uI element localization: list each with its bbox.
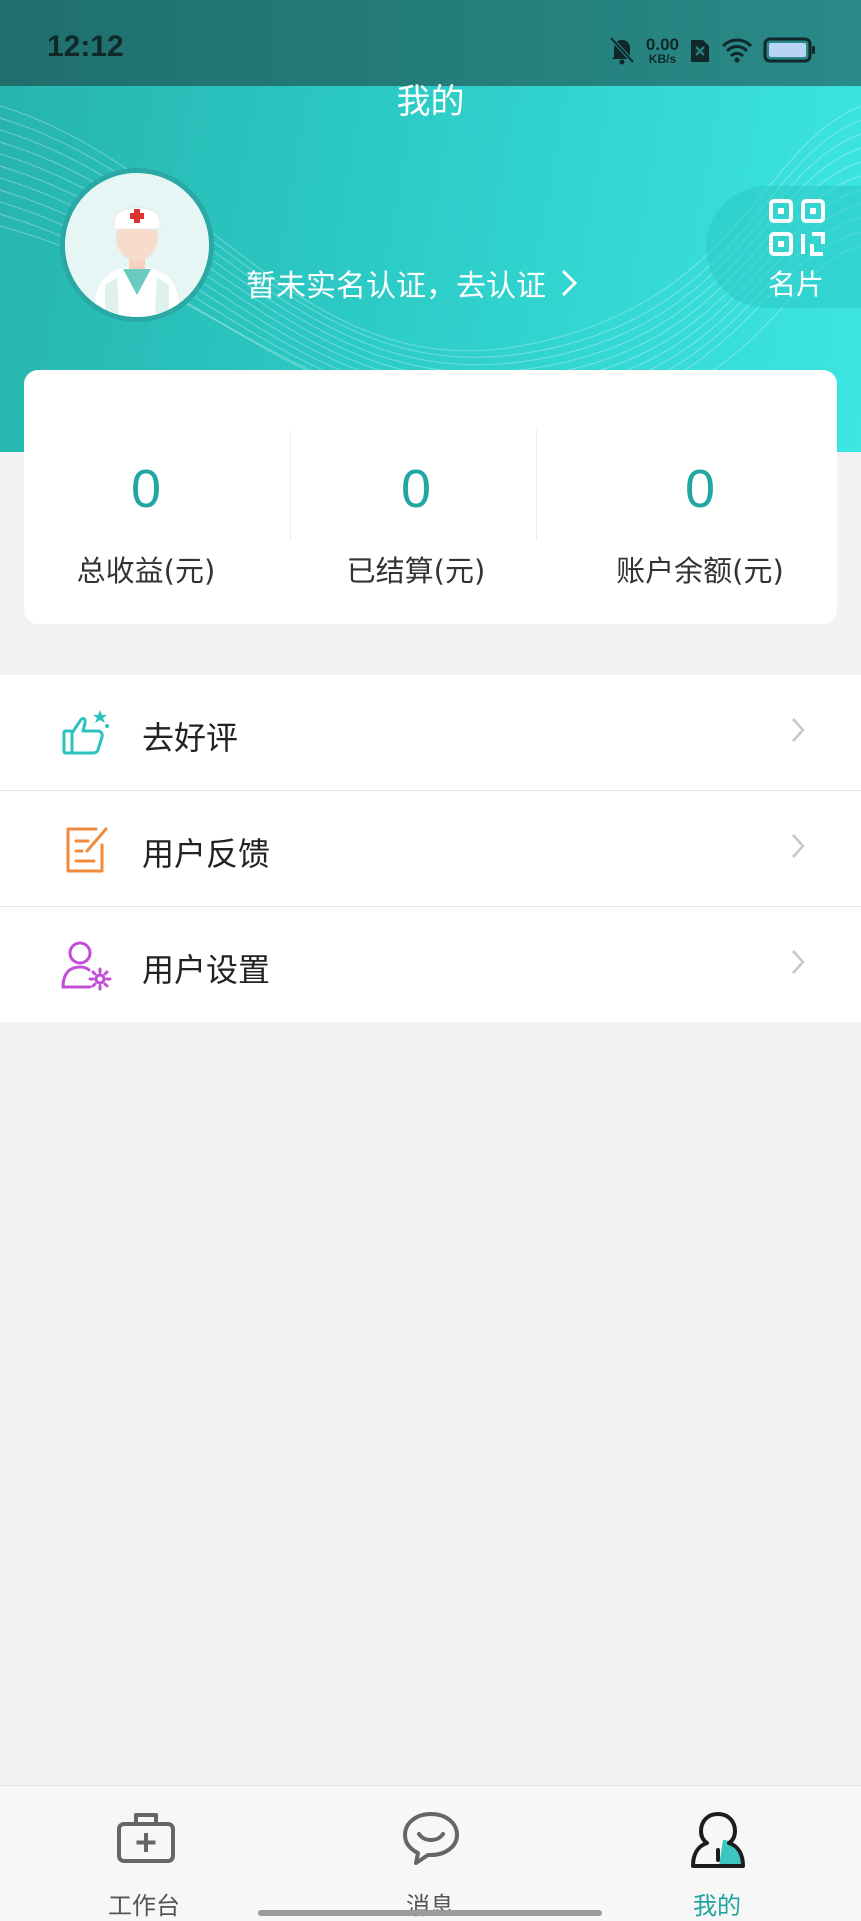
menu-item-settings-label: 用户设置: [142, 951, 271, 989]
user-settings-icon: [61, 941, 112, 991]
tab-mine-label: 我的: [693, 1892, 741, 1920]
stat-total-earnings-label: 总收益(元): [76, 554, 216, 588]
business-card-button[interactable]: 名片: [706, 186, 861, 308]
stat-divider: [290, 430, 291, 540]
stat-total-earnings[interactable]: 0 总收益(元): [24, 370, 268, 624]
chevron-right-icon: [792, 834, 805, 858]
wifi-icon: [721, 38, 753, 63]
menu-item-rate[interactable]: 去好评: [0, 675, 861, 791]
stat-account-balance[interactable]: 0 账户余额(元): [564, 370, 836, 624]
doctor-avatar-icon: [65, 173, 209, 317]
menu-item-settings[interactable]: 用户设置: [0, 907, 861, 1022]
tab-mine[interactable]: 我的: [617, 1786, 817, 1921]
medical-kit-icon: [117, 1813, 175, 1863]
stat-settled-label: 已结算(元): [346, 554, 486, 588]
tab-workbench-label: 工作台: [108, 1892, 180, 1920]
home-indicator: [258, 1910, 602, 1916]
business-card-label: 名片: [768, 268, 825, 301]
stat-divider: [536, 430, 537, 540]
bottom-tab-bar: 工作台 消息 我的: [0, 1785, 861, 1921]
verify-identity-link[interactable]: 暂未实名认证，去认证: [246, 261, 578, 305]
page-title: 我的: [396, 82, 465, 122]
earnings-card: 0 总收益(元) 0 已结算(元) 0 账户余额(元): [24, 370, 837, 624]
chevron-right-icon: [561, 269, 578, 297]
stat-settled[interactable]: 0 已结算(元): [294, 370, 538, 624]
stat-settled-value: 0: [400, 459, 432, 519]
network-speed: 0.00 KB/s: [646, 36, 679, 65]
stat-account-balance-label: 账户余额(元): [616, 554, 784, 588]
menu-item-rate-label: 去好评: [142, 719, 239, 757]
stat-total-earnings-value: 0: [130, 459, 162, 519]
qr-code-icon: [769, 199, 825, 256]
tab-messages[interactable]: 消息: [330, 1786, 530, 1921]
avatar[interactable]: [60, 168, 214, 322]
chat-bubble-icon: [403, 1812, 459, 1865]
status-time: 12:12: [47, 30, 124, 63]
profile-icon: [691, 1812, 745, 1868]
feedback-edit-icon: [66, 827, 108, 873]
thumbs-up-icon: [62, 710, 109, 755]
status-icons: 0.00 KB/s: [608, 30, 817, 70]
sim-x-icon: [691, 40, 709, 62]
network-speed-value: 0.00: [645, 34, 679, 54]
network-speed-unit: KB/s: [648, 51, 677, 66]
tab-workbench[interactable]: 工作台: [44, 1786, 244, 1921]
battery-icon: [763, 37, 815, 63]
menu-item-feedback[interactable]: 用户反馈: [0, 791, 861, 907]
chevron-right-icon: [792, 950, 805, 974]
mute-bell-icon: [609, 36, 635, 65]
stat-account-balance-value: 0: [684, 459, 716, 519]
chevron-right-icon: [792, 718, 805, 742]
menu-list: 去好评 用户反馈 用户设置: [0, 675, 861, 1022]
menu-item-feedback-label: 用户反馈: [142, 835, 271, 873]
verify-identity-text: 暂未实名认证，去认证: [246, 269, 546, 304]
